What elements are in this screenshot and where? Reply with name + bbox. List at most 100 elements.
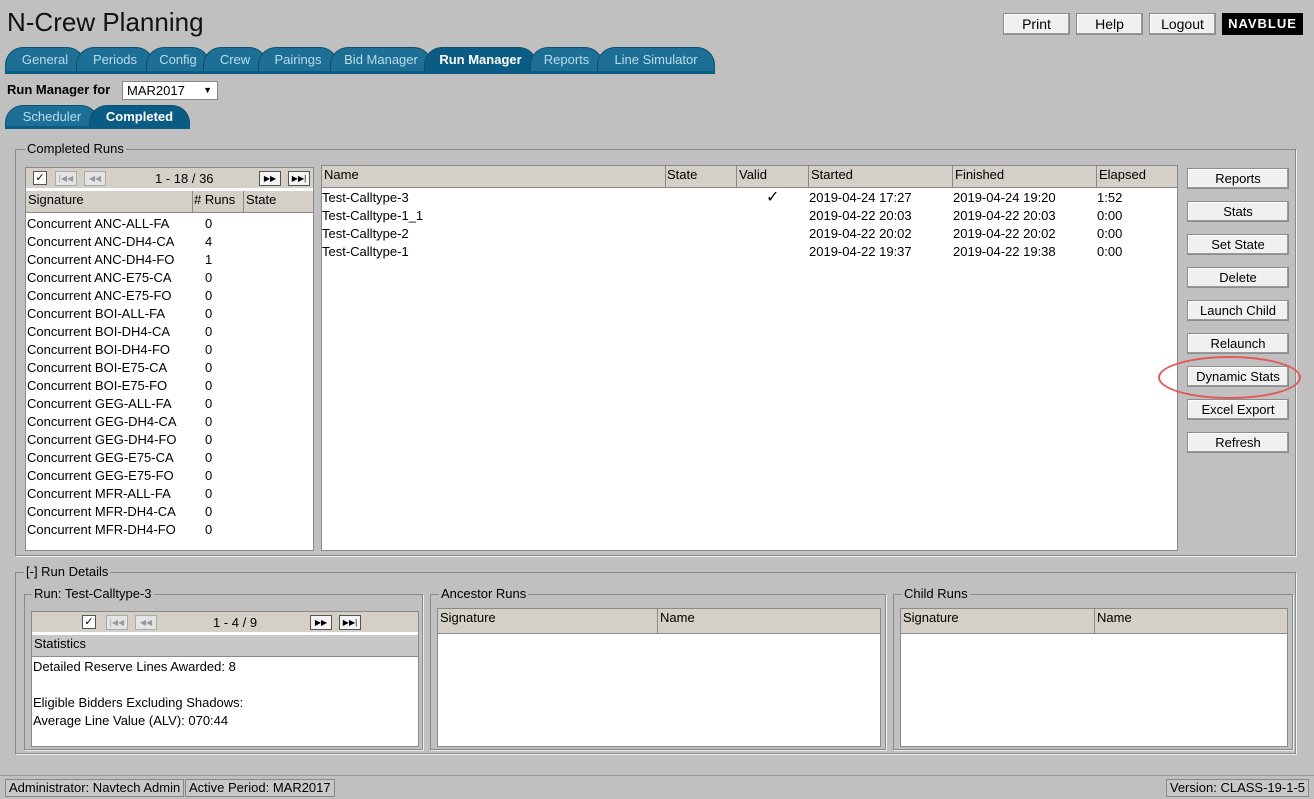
col-runs[interactable]: # Runs: [192, 191, 244, 213]
tab-general[interactable]: General: [5, 47, 85, 73]
signature-run-count: 0: [205, 504, 213, 519]
valid-check-icon: ✓: [766, 189, 780, 206]
status-version: Version: CLASS-19-1-5: [1165, 779, 1309, 797]
run-elapsed: 0:00: [1097, 244, 1123, 259]
signature-name: Concurrent BOI-E75-CA: [27, 360, 168, 375]
stats-button[interactable]: Stats: [1187, 201, 1289, 222]
tab-pairings[interactable]: Pairings: [258, 47, 338, 73]
col-started[interactable]: Started: [809, 166, 953, 188]
signature-run-count: 0: [205, 360, 213, 375]
excel-export-button[interactable]: Excel Export: [1187, 399, 1289, 420]
next-page-button[interactable]: ▶▶: [259, 171, 281, 186]
col-state[interactable]: State: [665, 166, 737, 188]
signature-row[interactable]: Concurrent GEG-E75-CA 0: [27, 449, 312, 467]
signature-run-count: 0: [205, 396, 213, 411]
run-details-legend[interactable]: [-] Run Details: [24, 564, 111, 579]
child-col-name[interactable]: Name: [1095, 609, 1287, 634]
signature-row[interactable]: Concurrent BOI-ALL-FA 0: [27, 305, 312, 323]
signature-name: Concurrent ANC-ALL-FA: [27, 216, 170, 231]
col-valid[interactable]: Valid: [737, 166, 809, 188]
run-finished: 2019-04-24 19:20: [953, 190, 1056, 205]
tab-bid-manager[interactable]: Bid Manager: [330, 47, 432, 73]
logout-button[interactable]: Logout: [1149, 13, 1216, 35]
run-row[interactable]: Test-Calltype-2 2019-04-22 20:02 2019-04-2…: [322, 225, 1177, 243]
signature-row[interactable]: Concurrent ANC-E75-FO 0: [27, 287, 312, 305]
col-state[interactable]: State: [244, 191, 313, 213]
child-header: Signature Name: [901, 609, 1287, 634]
relaunch-button[interactable]: Relaunch: [1187, 333, 1289, 354]
last-page-button[interactable]: ▶▶|: [288, 171, 310, 186]
select-all-checkbox[interactable]: ✓: [33, 171, 47, 185]
signature-row[interactable]: Concurrent ANC-DH4-FO 1: [27, 251, 312, 269]
stats-first-page-button[interactable]: |◀◀: [106, 615, 128, 630]
col-signature[interactable]: Signature: [26, 191, 193, 213]
signature-row[interactable]: Concurrent MFR-DH4-FO 0: [27, 521, 312, 539]
launch-child-button[interactable]: Launch Child: [1187, 300, 1289, 321]
tab-reports[interactable]: Reports: [530, 47, 603, 73]
set-state-button[interactable]: Set State: [1187, 234, 1289, 255]
signature-row[interactable]: Concurrent ANC-ALL-FA 0: [27, 215, 312, 233]
col-elapsed[interactable]: Elapsed: [1097, 166, 1177, 188]
signature-run-count: 4: [205, 234, 213, 249]
signature-row[interactable]: Concurrent GEG-E75-FO 0: [27, 467, 312, 485]
completed-runs-legend: Completed Runs: [25, 141, 126, 156]
child-legend: Child Runs: [902, 586, 970, 601]
print-button[interactable]: Print: [1003, 13, 1070, 35]
runs-table-header: Name State Valid Started Finished Elapse…: [322, 166, 1177, 188]
run-row[interactable]: Test-Calltype-1 2019-04-22 19:37 2019-04-2…: [322, 243, 1177, 261]
stats-select-checkbox[interactable]: ✓: [82, 615, 96, 629]
status-divider: [0, 775, 1314, 776]
signature-name: Concurrent MFR-DH4-FO: [27, 522, 176, 537]
ancestor-col-name[interactable]: Name: [658, 609, 880, 634]
stats-pager-range: 1 - 4 / 9: [213, 615, 258, 630]
signature-row[interactable]: Concurrent GEG-ALL-FA 0: [27, 395, 312, 413]
tab-periods[interactable]: Periods: [76, 47, 154, 73]
run-finished: 2019-04-22 19:38: [953, 244, 1056, 259]
signature-run-count: 0: [205, 522, 213, 537]
first-page-button[interactable]: |◀◀: [55, 171, 77, 186]
signature-name: Concurrent ANC-DH4-FO: [27, 252, 175, 267]
signature-row[interactable]: Concurrent MFR-DH4-CA 0: [27, 503, 312, 521]
highlight-ellipse: [1158, 356, 1301, 399]
signature-row[interactable]: Concurrent ANC-E75-CA 0: [27, 269, 312, 287]
delete-button[interactable]: Delete: [1187, 267, 1289, 288]
signature-name: Concurrent BOI-DH4-FO: [27, 342, 171, 357]
signature-row[interactable]: Concurrent BOI-DH4-FO 0: [27, 341, 312, 359]
run-elapsed: 0:00: [1097, 226, 1123, 241]
signature-row[interactable]: Concurrent GEG-DH4-FO 0: [27, 431, 312, 449]
run-row[interactable]: Test-Calltype-3 ✓ 2019-04-24 17:27 2019-04-…: [322, 189, 1177, 207]
signature-row[interactable]: Concurrent ANC-DH4-CA 4: [27, 233, 312, 251]
refresh-button[interactable]: Refresh: [1187, 432, 1289, 453]
run-row[interactable]: Test-Calltype-1_1 2019-04-22 20:03 2019-04…: [322, 207, 1177, 225]
statistics-panel: ✓ |◀◀ ◀◀ 1 - 4 / 9 ▶▶ ▶▶| Statistics Det…: [31, 611, 419, 747]
stats-last-page-button[interactable]: ▶▶|: [339, 615, 361, 630]
stats-line: Eligible Bidders Excluding Shadows:: [33, 695, 244, 710]
period-select[interactable]: MAR2017 ▼: [122, 81, 218, 100]
run-elapsed: 0:00: [1097, 208, 1123, 223]
ancestor-col-signature[interactable]: Signature: [438, 609, 658, 634]
signature-row[interactable]: Concurrent BOI-DH4-CA 0: [27, 323, 312, 341]
tab-run-manager[interactable]: Run Manager: [424, 47, 537, 73]
col-finished[interactable]: Finished: [953, 166, 1097, 188]
child-col-signature[interactable]: Signature: [901, 609, 1095, 634]
child-panel: Signature Name: [900, 608, 1288, 747]
signature-run-count: 0: [205, 306, 213, 321]
tab-line-simulator[interactable]: Line Simulator: [597, 47, 715, 73]
signature-run-count: 0: [205, 378, 213, 393]
tab-config[interactable]: Config: [146, 47, 210, 73]
run-started: 2019-04-24 17:27: [809, 190, 912, 205]
col-name[interactable]: Name: [322, 166, 666, 188]
signature-name: Concurrent GEG-DH4-FO: [27, 432, 177, 447]
navblue-logo: NAVBLUE: [1222, 13, 1303, 35]
stats-prev-page-button[interactable]: ◀◀: [135, 615, 157, 630]
signature-row[interactable]: Concurrent BOI-E75-CA 0: [27, 359, 312, 377]
help-button[interactable]: Help: [1076, 13, 1143, 35]
signature-row[interactable]: Concurrent GEG-DH4-CA 0: [27, 413, 312, 431]
app-title: N-Crew Planning: [7, 7, 204, 37]
signature-row[interactable]: Concurrent MFR-ALL-FA 0: [27, 485, 312, 503]
signature-row[interactable]: Concurrent BOI-E75-FO 0: [27, 377, 312, 395]
reports-button[interactable]: Reports: [1187, 168, 1289, 189]
ancestor-panel: Signature Name: [437, 608, 881, 747]
prev-page-button[interactable]: ◀◀: [84, 171, 106, 186]
stats-next-page-button[interactable]: ▶▶: [310, 615, 332, 630]
